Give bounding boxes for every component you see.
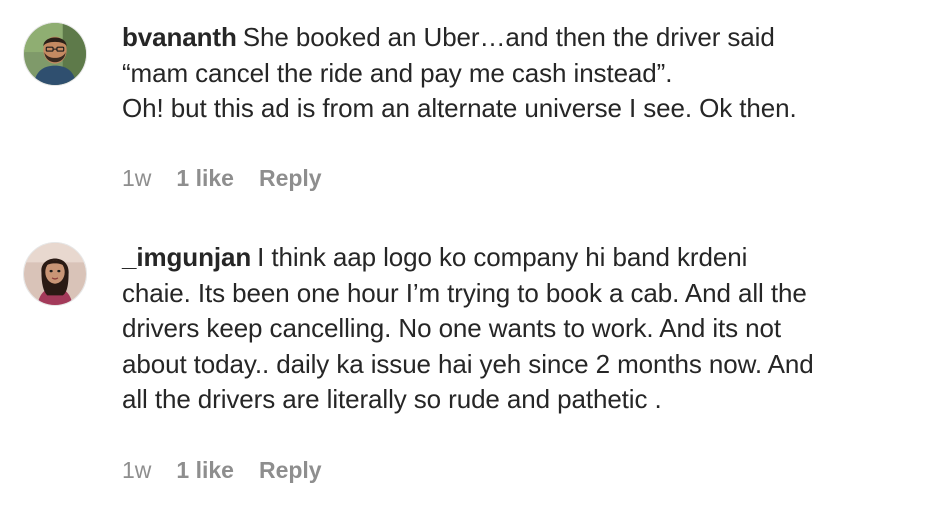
- comment-username[interactable]: _imgunjan: [122, 242, 251, 272]
- woman-avatar-icon: [24, 243, 86, 305]
- reply-button[interactable]: Reply: [259, 457, 322, 484]
- comment-content: _imgunjan I think aap logo ko company hi …: [122, 240, 912, 418]
- man-with-beard-avatar-icon: [24, 23, 86, 85]
- comment-timestamp[interactable]: 1w: [122, 165, 151, 192]
- comment-body: _imgunjan I think aap logo ko company hi …: [122, 240, 912, 418]
- reply-button[interactable]: Reply: [259, 165, 322, 192]
- comment-likes-count[interactable]: 1 like: [176, 457, 234, 484]
- avatar[interactable]: [23, 242, 87, 306]
- comments-list: bvananth She booked an Uber…and then the …: [0, 0, 926, 512]
- comment-timestamp[interactable]: 1w: [122, 457, 151, 484]
- comment-meta: 1w 1 like Reply: [122, 165, 322, 192]
- comment-likes-count[interactable]: 1 like: [176, 165, 234, 192]
- avatar[interactable]: [23, 22, 87, 86]
- comment-content: bvananth She booked an Uber…and then the …: [122, 20, 912, 127]
- comment-meta: 1w 1 like Reply: [122, 457, 322, 484]
- comment-body: bvananth She booked an Uber…and then the …: [122, 20, 912, 127]
- comment-username[interactable]: bvananth: [122, 22, 237, 52]
